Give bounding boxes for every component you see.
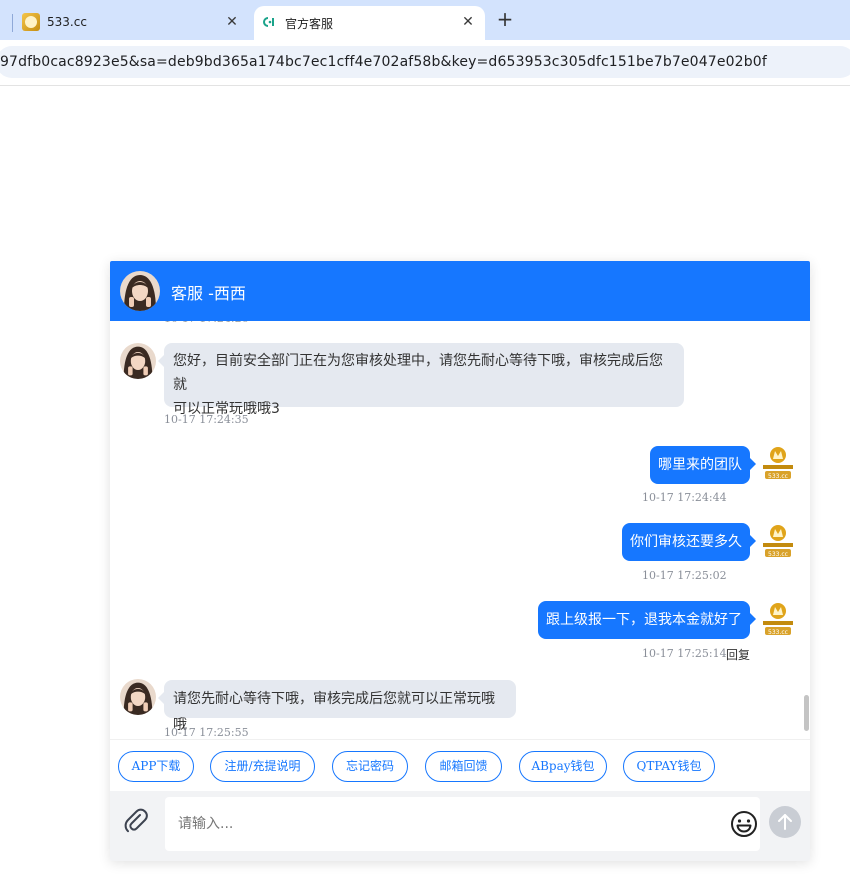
reply-link[interactable]: 回复 — [726, 646, 750, 663]
url-text[interactable]: 97dfb0cac8923e5&sa=deb9bd365a174bc7ec1cf… — [0, 54, 767, 70]
user-avatar: 533.cc — [760, 445, 796, 481]
message-input-container[interactable] — [165, 797, 760, 851]
message-input-bar — [110, 791, 810, 861]
message-list[interactable]: 10-17 17:24:26 您好，目前安全部门正在为您审核处理中，请您先耐心等… — [110, 321, 810, 739]
svg-text:533.cc: 533.cc — [768, 551, 788, 558]
quick-abpay-wallet-button[interactable]: ABpay钱包 — [519, 751, 607, 782]
chat-title: 客服 -西西 — [171, 284, 246, 303]
chat-header: 客服 -西西 — [110, 261, 810, 321]
chat-widget: 客服 -西西 10-17 17:24:26 您好，目前安全部门正在为您审核处理中… — [110, 261, 810, 861]
svg-text:533.cc: 533.cc — [768, 473, 788, 480]
quick-app-download-button[interactable]: APP下载 — [118, 751, 194, 782]
user-message-bubble: 你们审核还要多久 — [622, 523, 756, 561]
tab-separator — [12, 14, 13, 32]
svg-text:533.cc: 533.cc — [768, 629, 788, 636]
tab-customer-service[interactable]: 官方客服 ✕ — [254, 6, 485, 40]
site-logo-icon — [22, 13, 40, 31]
emoji-icon[interactable] — [730, 810, 758, 838]
quick-forgot-password-button[interactable]: 忘记密码 — [332, 751, 408, 782]
message-timestamp: 10-17 17:25:02 — [642, 569, 727, 582]
message-timestamp: 10-17 17:24:35 — [164, 413, 249, 426]
tab-title: 官方客服 — [285, 17, 334, 31]
quick-register-deposit-guide-button[interactable]: 注册/充提说明 — [210, 751, 315, 782]
message-timestamp: 10-17 17:24:26 — [164, 321, 249, 325]
scrollbar-thumb[interactable] — [804, 695, 809, 731]
agent-avatar — [120, 343, 156, 379]
address-bar-row: 97dfb0cac8923e5&sa=deb9bd365a174bc7ec1cf… — [0, 40, 850, 86]
agent-avatar — [120, 271, 160, 311]
agent-message-bubble: 您好，目前安全部门正在为您审核处理中，请您先耐心等待下哦，审核完成后您就 可以正… — [158, 343, 684, 417]
paperclip-icon[interactable] — [122, 807, 150, 835]
user-avatar: 533.cc — [760, 601, 796, 637]
address-bar[interactable]: 97dfb0cac8923e5&sa=deb9bd365a174bc7ec1cf… — [0, 46, 850, 78]
quick-actions-bar: APP下载 注册/充提说明 忘记密码 邮箱回馈 ABpay钱包 QTPAY钱包 — [110, 739, 810, 791]
close-tab-icon[interactable]: ✕ — [460, 14, 476, 30]
user-message-bubble: 哪里来的团队 — [650, 446, 756, 484]
new-tab-button[interactable]: + — [494, 9, 516, 31]
message-text: 您好，目前安全部门正在为您审核处理中，请您先耐心等待下哦，审核完成后您就 — [173, 353, 663, 393]
message-timestamp: 10-17 17:25:55 — [164, 726, 249, 739]
message-timestamp: 10-17 17:25:14 — [642, 647, 727, 660]
quick-qtpay-wallet-button[interactable]: QTPAY钱包 — [623, 751, 715, 782]
user-message-bubble: 跟上级报一下，退我本金就好了 — [538, 601, 756, 639]
message-timestamp: 10-17 17:24:44 — [642, 491, 727, 504]
chat-link-icon — [263, 17, 274, 27]
arrow-up-icon — [778, 814, 792, 830]
send-button[interactable] — [769, 806, 801, 838]
agent-message-bubble: 请您先耐心等待下哦，审核完成后您就可以正常玩哦哦 — [158, 680, 516, 733]
message-text: 跟上级报一下，退我本金就好了 — [546, 612, 742, 628]
tab-title: 533.cc — [47, 15, 87, 29]
message-text: 哪里来的团队 — [658, 457, 742, 473]
tab-533cc[interactable]: 533.cc ✕ — [0, 6, 250, 40]
agent-avatar — [120, 679, 156, 715]
user-avatar: 533.cc — [760, 523, 796, 559]
quick-email-feedback-button[interactable]: 邮箱回馈 — [425, 751, 502, 782]
close-tab-icon[interactable]: ✕ — [224, 14, 240, 30]
browser-tab-bar: 533.cc ✕ 官方客服 ✕ + — [0, 0, 850, 40]
message-input[interactable] — [165, 797, 705, 851]
message-text: 你们审核还要多久 — [630, 534, 742, 550]
